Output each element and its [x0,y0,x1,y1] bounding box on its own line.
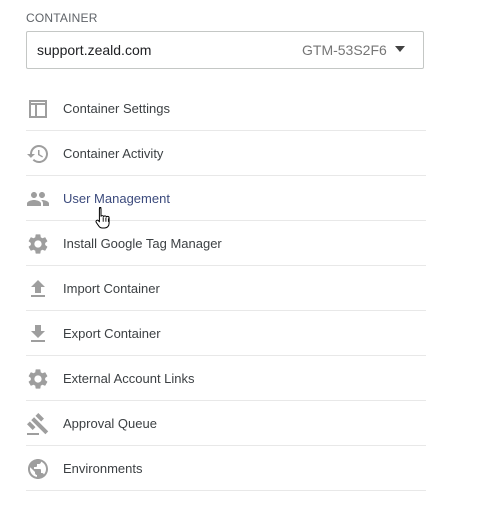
menu-item-label: External Account Links [63,371,195,386]
gavel-icon [26,412,50,436]
container-domain: support.zeald.com [37,42,152,58]
menu-item-external-account-links[interactable]: External Account Links [26,356,426,401]
gear-icon [26,367,50,391]
menu-item-label: Environments [63,461,143,476]
menu-item-import-container[interactable]: Import Container [26,266,426,311]
admin-container-menu: Container Settings Container Activity Us… [26,86,426,491]
menu-item-approval-queue[interactable]: Approval Queue [26,401,426,446]
dropdown-arrow-icon[interactable] [395,46,405,52]
menu-item-label: Approval Queue [63,416,157,431]
upload-icon [26,277,50,301]
globe-icon [26,457,50,481]
menu-item-export-container[interactable]: Export Container [26,311,426,356]
menu-item-label: Container Settings [63,101,170,116]
menu-item-label: Container Activity [63,146,164,161]
menu-item-install-gtm[interactable]: Install Google Tag Manager [26,221,426,266]
menu-item-environments[interactable]: Environments [26,446,426,491]
people-icon [26,187,50,211]
gear-icon [26,232,50,256]
menu-item-label: Import Container [63,281,160,296]
menu-item-label: Install Google Tag Manager [63,236,222,251]
history-icon [26,142,50,166]
menu-item-label: User Management [63,191,170,206]
menu-item-label: Export Container [63,326,161,341]
container-settings-icon [26,97,50,121]
download-icon [26,322,50,346]
container-id: GTM-53S2F6 [302,42,387,58]
container-section-label: CONTAINER [26,11,98,25]
menu-item-container-activity[interactable]: Container Activity [26,131,426,176]
container-selector[interactable]: support.zeald.com GTM-53S2F6 [26,31,424,69]
menu-item-user-management[interactable]: User Management [26,176,426,221]
menu-item-container-settings[interactable]: Container Settings [26,86,426,131]
